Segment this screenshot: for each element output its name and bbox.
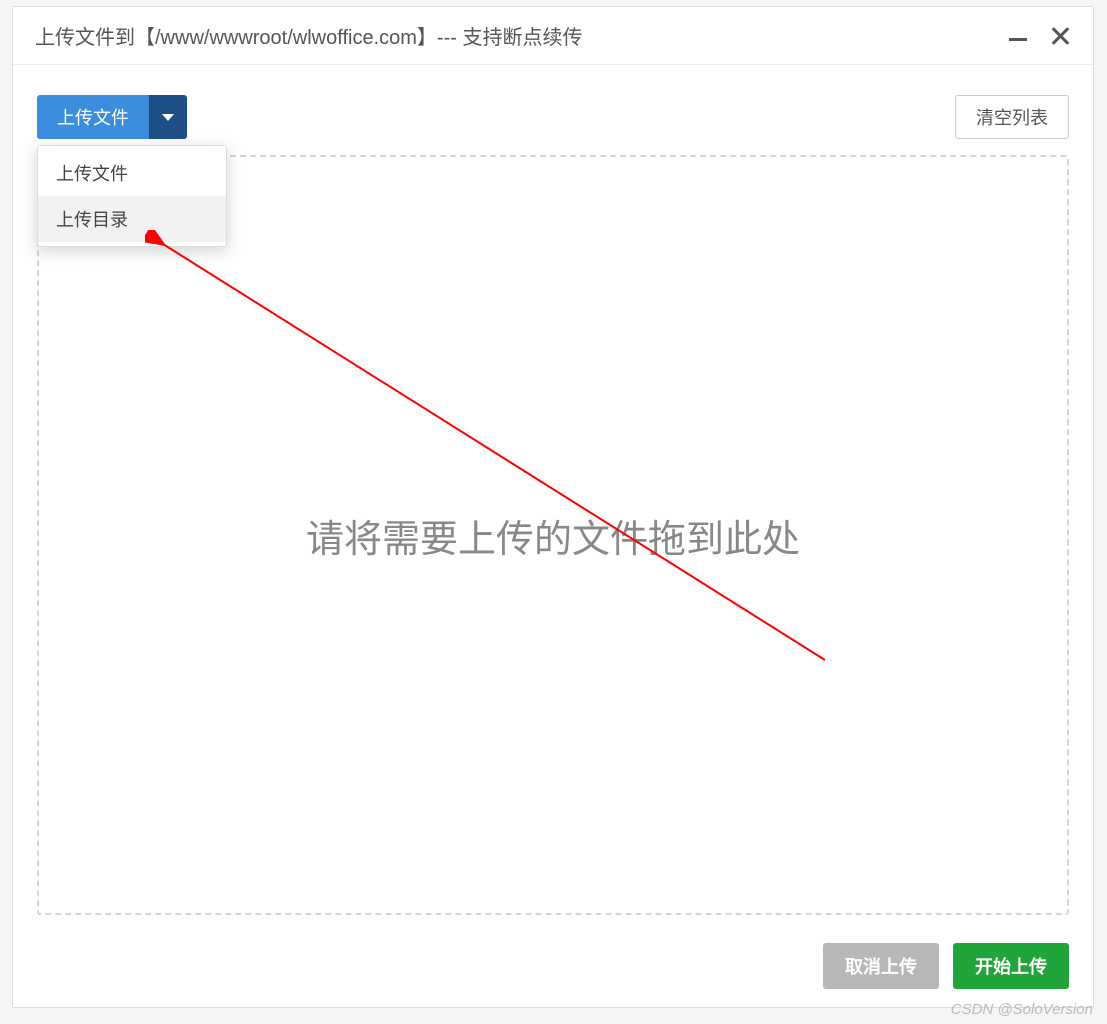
upload-file-button[interactable]: 上传文件 bbox=[37, 95, 149, 139]
chevron-down-icon bbox=[162, 114, 174, 121]
dialog-title: 上传文件到【/www/wwwroot/wlwoffice.com】--- 支持断… bbox=[35, 21, 1009, 50]
upload-button-group: 上传文件 上传文件 上传目录 bbox=[37, 95, 187, 139]
drop-zone[interactable]: 请将需要上传的文件拖到此处 bbox=[37, 155, 1069, 915]
clear-list-button[interactable]: 清空列表 bbox=[955, 95, 1069, 139]
watermark: CSDN @SoloVersion bbox=[951, 1001, 1093, 1018]
toolbar: 上传文件 上传文件 上传目录 清空列表 bbox=[13, 65, 1093, 155]
cancel-upload-button[interactable]: 取消上传 bbox=[823, 943, 939, 989]
drop-zone-hint: 请将需要上传的文件拖到此处 bbox=[306, 508, 800, 563]
upload-dialog: 上传文件到【/www/wwwroot/wlwoffice.com】--- 支持断… bbox=[12, 6, 1094, 1008]
start-upload-button[interactable]: 开始上传 bbox=[953, 943, 1069, 989]
dropdown-item-upload-dir[interactable]: 上传目录 bbox=[38, 196, 226, 242]
close-icon[interactable] bbox=[1049, 25, 1071, 47]
dialog-footer: 取消上传 开始上传 bbox=[13, 927, 1093, 1007]
minimize-icon[interactable] bbox=[1009, 38, 1027, 41]
upload-dropdown-menu: 上传文件 上传目录 bbox=[37, 145, 227, 247]
header-actions bbox=[1009, 25, 1071, 47]
dropdown-item-upload-file[interactable]: 上传文件 bbox=[38, 150, 226, 196]
upload-dropdown-toggle[interactable] bbox=[149, 95, 187, 139]
dialog-header: 上传文件到【/www/wwwroot/wlwoffice.com】--- 支持断… bbox=[13, 7, 1093, 65]
